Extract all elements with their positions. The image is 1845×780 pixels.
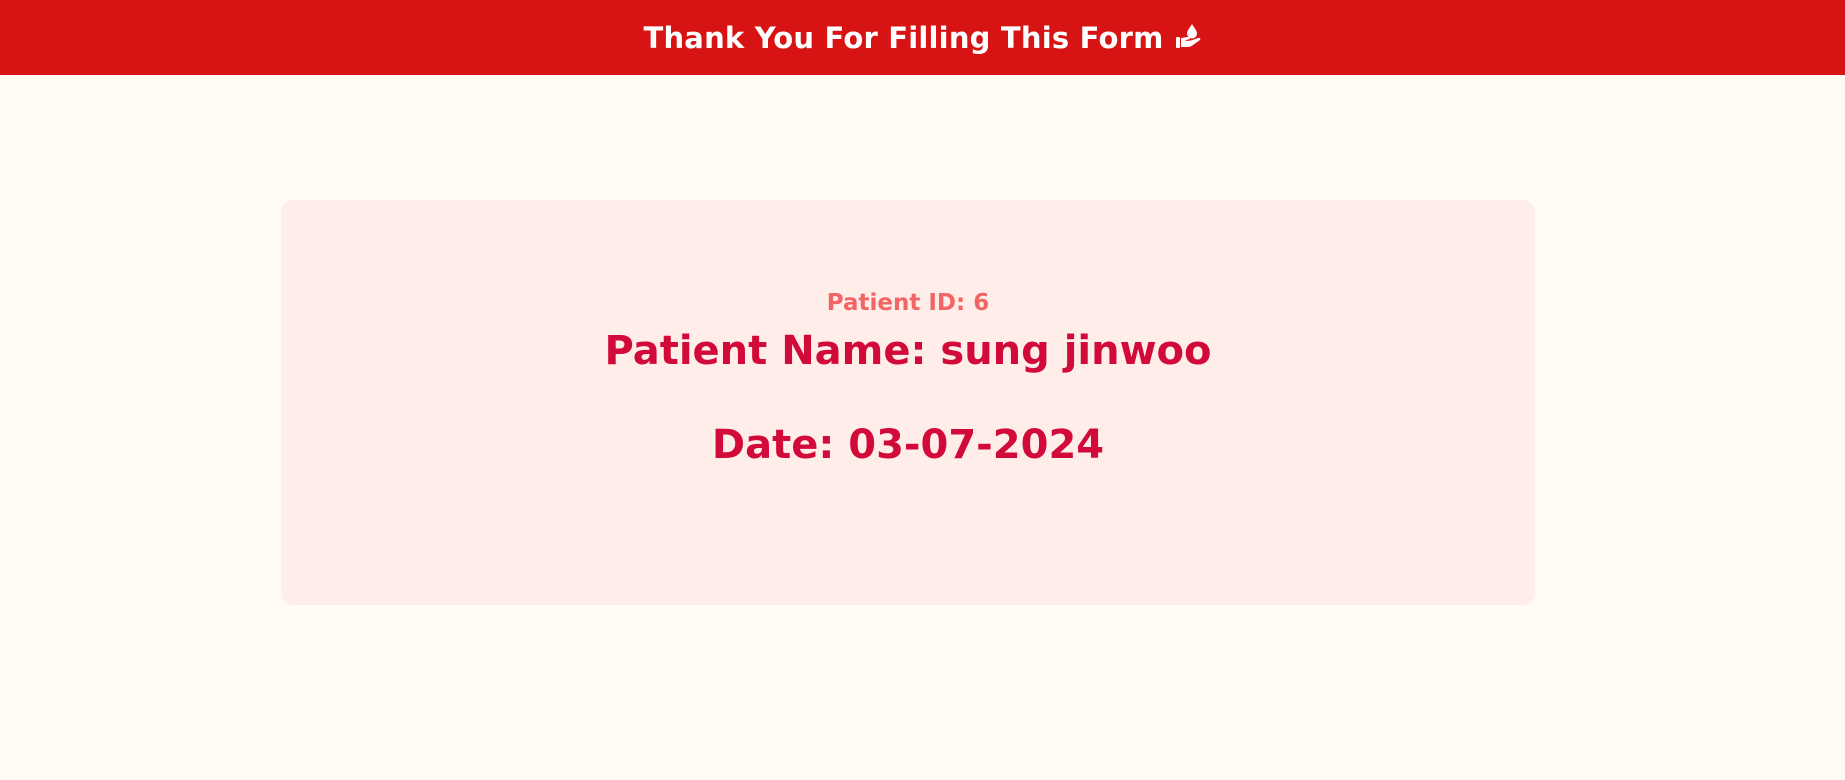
patient-name-label: Patient Name: sung jinwoo: [604, 328, 1212, 374]
patient-summary-card: Patient ID: 6 Patient Name: sung jinwoo …: [281, 200, 1535, 605]
header-bar: Thank You For Filling This Form: [0, 0, 1845, 75]
date-label: Date: 03-07-2024: [711, 422, 1105, 468]
page-title: Thank You For Filling This Form: [643, 20, 1164, 55]
patient-id-label: Patient ID: 6: [826, 290, 990, 316]
hand-holding-drop-icon: [1174, 22, 1202, 50]
